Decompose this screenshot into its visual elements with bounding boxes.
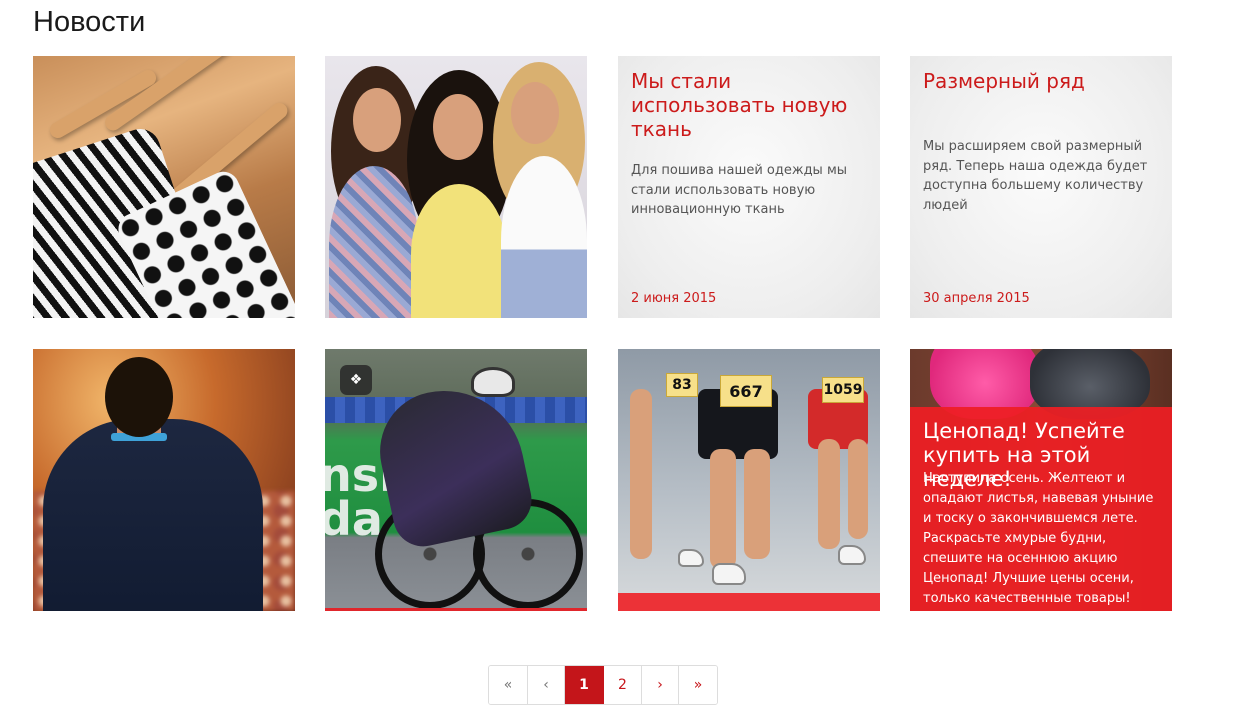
page-title: Новости [33, 6, 146, 38]
news-excerpt: Для пошива нашей одежды мы стали использ… [631, 163, 848, 217]
accent-strip [618, 593, 880, 611]
shoe-shape [712, 563, 746, 585]
shoe-shape [838, 545, 866, 565]
face-shape [433, 94, 483, 160]
news-title[interactable]: Размерный ряд [923, 69, 1159, 93]
leg-shape [848, 439, 868, 539]
news-title[interactable]: Мы стали использовать новую ткань [631, 69, 867, 141]
helmet-shape [471, 367, 515, 397]
leg-shape [744, 449, 770, 559]
news-item-cyclist-photo[interactable]: nsi da ❖ [325, 349, 587, 611]
last-page-button[interactable]: » [679, 666, 717, 704]
accent-line [325, 608, 587, 611]
first-page-button[interactable]: « [489, 666, 528, 704]
race-bib: 667 [720, 375, 772, 407]
face-shape [353, 88, 401, 152]
speaker-head [105, 357, 173, 437]
prev-page-button[interactable]: ‹ [528, 666, 565, 704]
brain-icon[interactable]: ❖ [340, 365, 372, 395]
news-item-promo[interactable]: Ценопад! Успейте купить на этой неделе! … [910, 349, 1172, 611]
news-item-sizes[interactable]: Размерный ряд Мы расширяем свой размерны… [910, 56, 1172, 318]
promo-text: Наступила осень. Желтеют и опадают листь… [923, 471, 1154, 606]
news-item-speaker-photo[interactable] [33, 349, 295, 611]
next-page-button[interactable]: › [642, 666, 679, 704]
face-shape [511, 82, 559, 144]
leg-shape [710, 449, 736, 569]
pagination: « ‹ 1 2 › » [488, 665, 718, 705]
dress-shape [411, 184, 507, 318]
shoe-shape [678, 549, 704, 567]
news-item-runners-photo[interactable]: 83 667 1059 [618, 349, 880, 611]
news-date: 2 июня 2015 [631, 291, 717, 306]
news-date: 30 апреля 2015 [923, 291, 1030, 306]
news-excerpt: Мы расширяем свой размерный ряд. Теперь … [923, 139, 1148, 213]
leg-shape [630, 389, 652, 559]
dress-shape [329, 166, 419, 318]
speaker-suit [43, 419, 263, 611]
leg-shape [818, 439, 840, 549]
dress-shape [501, 156, 587, 318]
news-item-clothes-photo[interactable] [33, 56, 295, 318]
race-bib: 83 [666, 373, 698, 397]
news-item-models-photo[interactable] [325, 56, 587, 318]
page-1-button[interactable]: 1 [565, 666, 604, 704]
promo-overlay: Ценопад! Успейте купить на этой неделе! … [910, 407, 1172, 611]
news-item-fabric[interactable]: Мы стали использовать новую ткань Для по… [618, 56, 880, 318]
race-bib: 1059 [822, 377, 864, 403]
page-2-button[interactable]: 2 [604, 666, 642, 704]
